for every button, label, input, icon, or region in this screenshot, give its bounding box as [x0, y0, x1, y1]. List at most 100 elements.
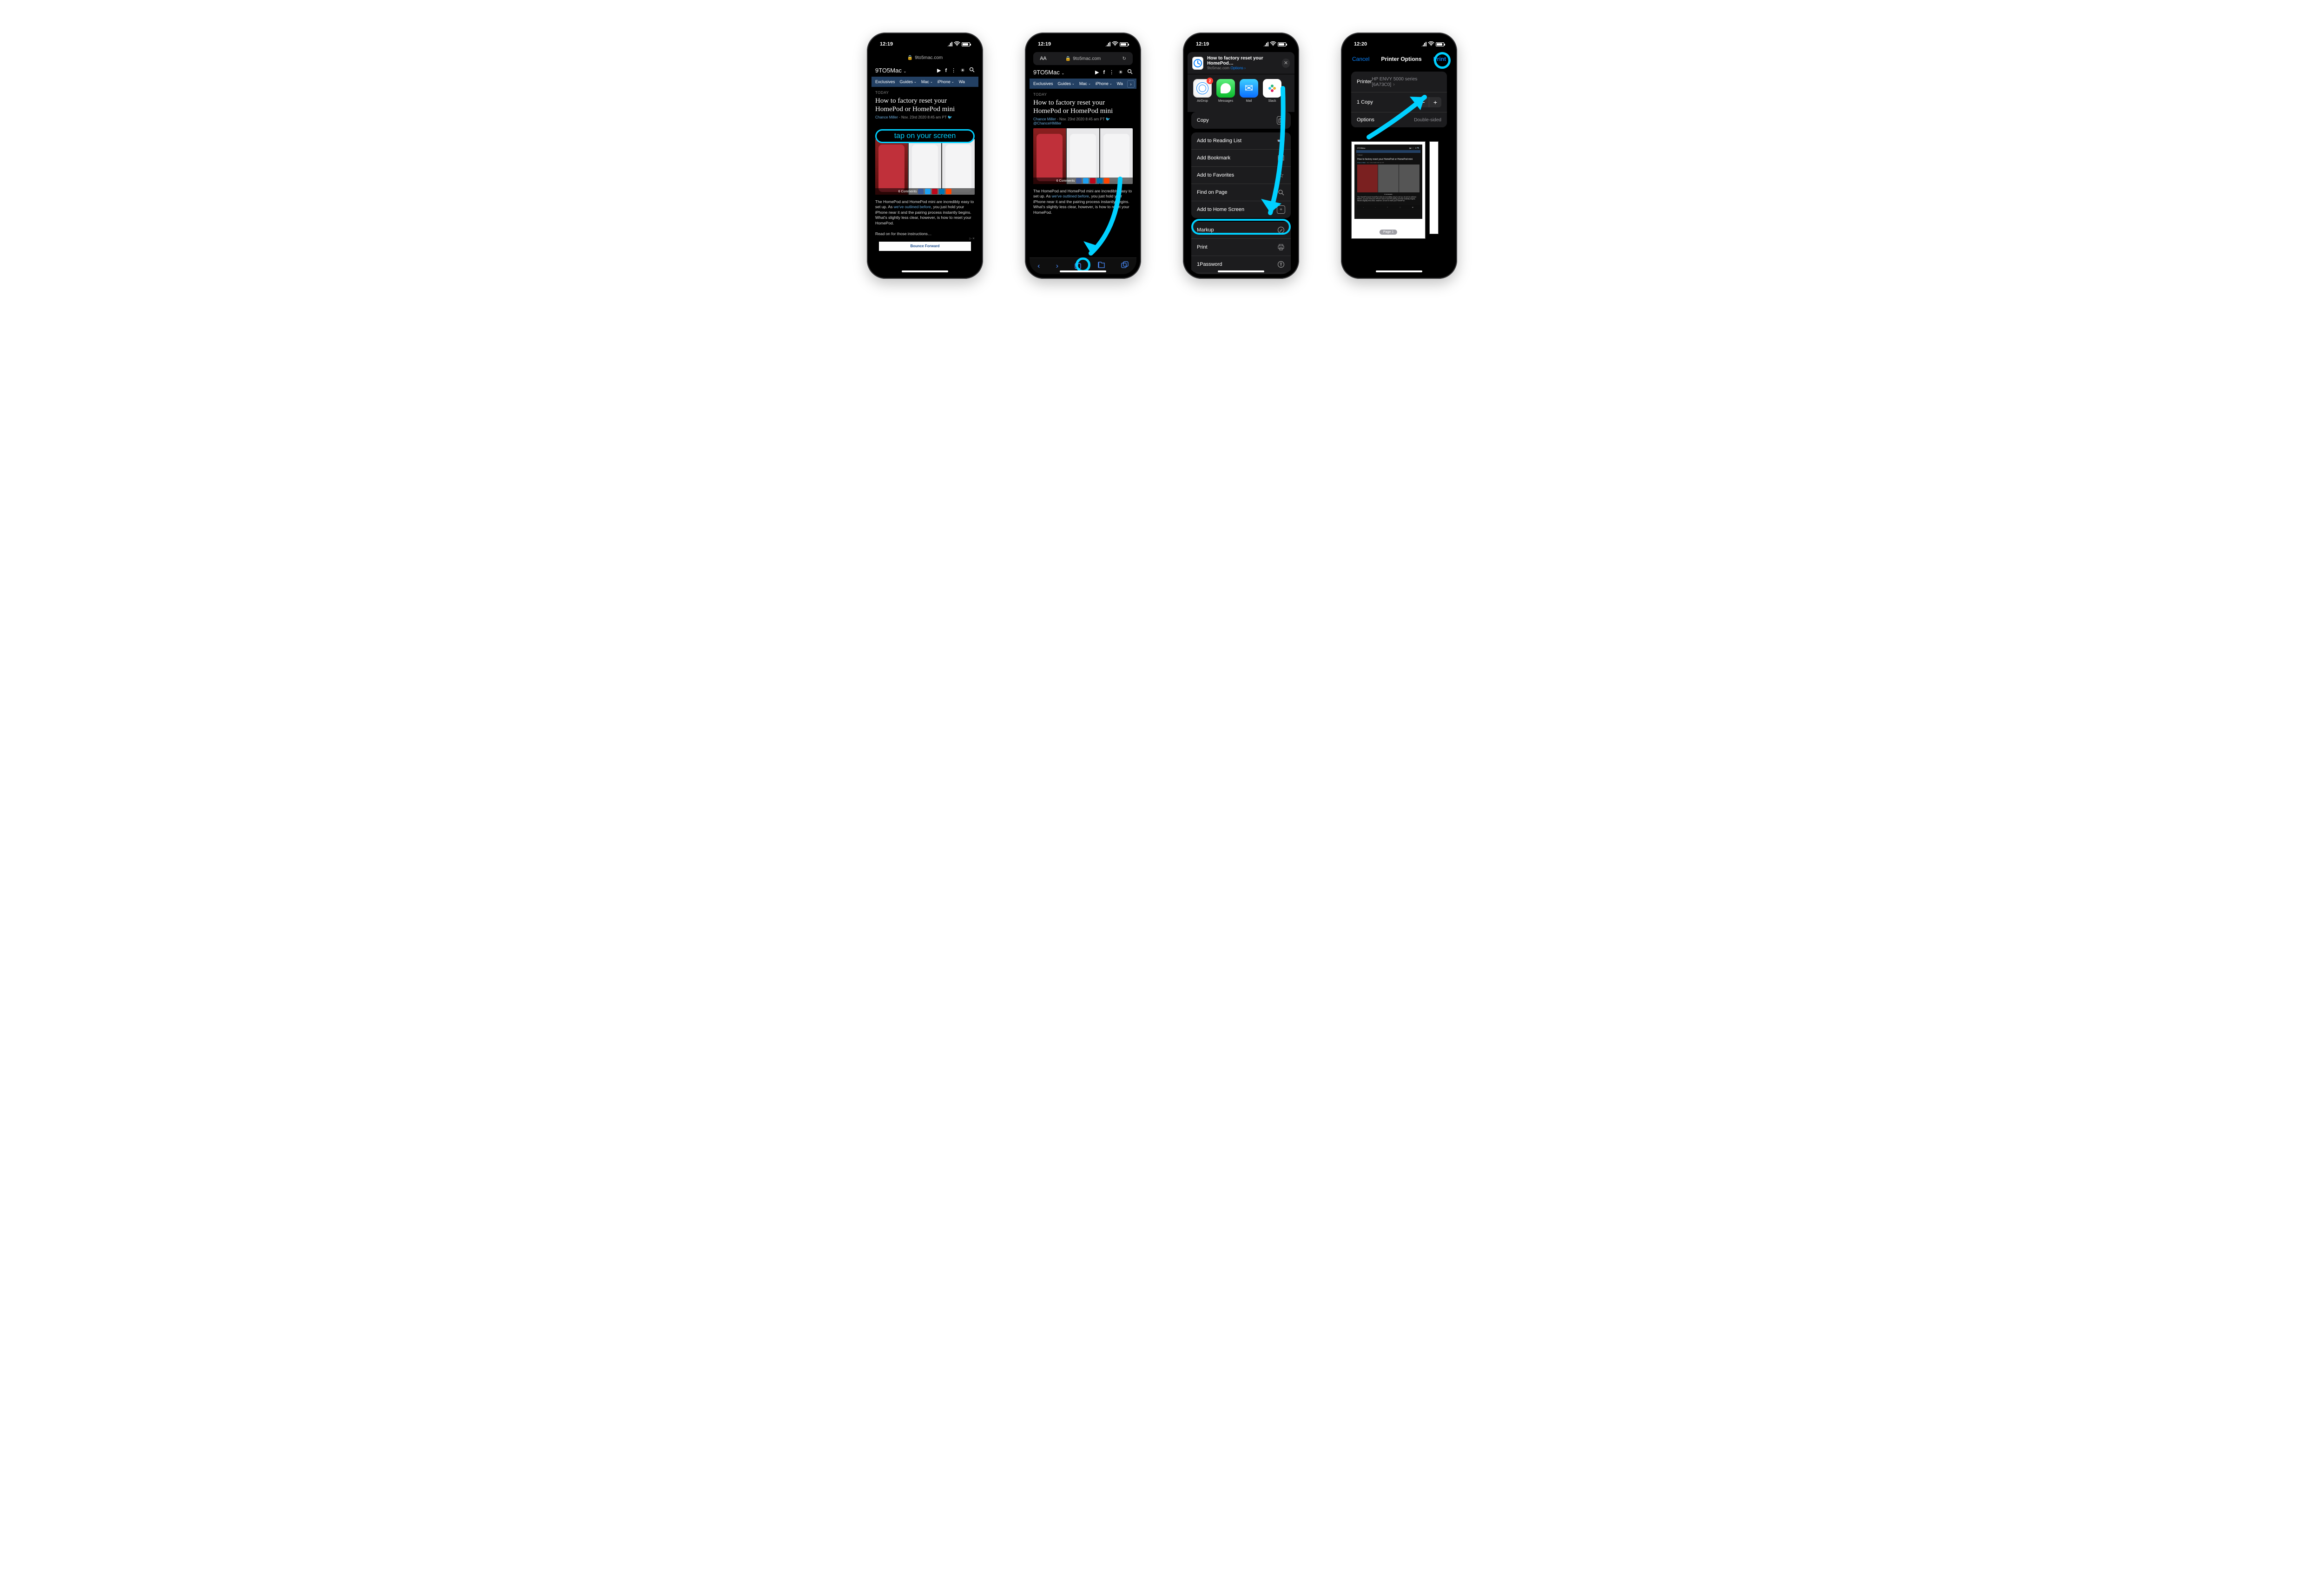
annotation-arrow: [1364, 91, 1439, 142]
nav-item[interactable]: Exclusives: [1033, 81, 1053, 86]
status-time: 12:19: [1038, 41, 1051, 47]
preview-page-1[interactable]: 9TO5Mac▶ f ⋮ ☀ 🔍 TODAY How to factory re…: [1351, 141, 1426, 239]
badge: 2: [1207, 78, 1213, 84]
phone-1: 12:19 🔒 9to5mac.com 9TO5Mac ⌄ ▶ f ⋮ ☀ Ex…: [867, 33, 983, 279]
url-bar[interactable]: 🔒 9to5mac.com: [872, 51, 978, 64]
theme-icon[interactable]: ☀: [1118, 69, 1123, 75]
battery-icon: [1120, 42, 1128, 46]
print-preview[interactable]: 9TO5Mac▶ f ⋮ ☀ 🔍 TODAY How to factory re…: [1351, 141, 1447, 239]
airdrop-app[interactable]: 2AirDrop: [1193, 79, 1212, 103]
inline-link[interactable]: we've outlined before: [894, 204, 931, 209]
article-image: 6 Comments: [875, 139, 975, 195]
share-options-link[interactable]: Options: [1230, 66, 1243, 70]
phone-4: 12:20 Cancel Printer Options Print Print…: [1341, 33, 1457, 279]
status-time: 12:20: [1354, 41, 1367, 47]
preview-page-2[interactable]: [1429, 141, 1439, 234]
share-pinterest-icon[interactable]: [932, 189, 938, 194]
home-indicator[interactable]: [1060, 270, 1106, 272]
page-title: Printer Options: [1381, 56, 1421, 62]
share-title: How to factory reset your HomePod…: [1207, 56, 1278, 66]
site-nav[interactable]: Exclusives Guides⌄ Mac⌄ iPhone⌄ Wa: [872, 77, 978, 87]
url-text: 9to5mac.com: [915, 55, 943, 60]
facebook-icon[interactable]: f: [945, 68, 947, 73]
site-logo[interactable]: 9TO5Mac ⌄: [875, 67, 906, 74]
search-icon[interactable]: [969, 67, 975, 74]
nav-item[interactable]: Guides⌄: [1058, 81, 1075, 86]
share-linkedin-icon[interactable]: [939, 189, 944, 194]
back-button[interactable]: ‹: [1037, 262, 1040, 270]
action-print[interactable]: Print: [1191, 239, 1291, 256]
url-bar[interactable]: AA 🔒 9to5mac.com ↻: [1033, 52, 1133, 65]
youtube-icon[interactable]: ▶: [937, 67, 941, 73]
youtube-icon[interactable]: ▶: [1095, 69, 1099, 75]
ad-label[interactable]: ▷ ✕: [970, 237, 975, 240]
theme-icon[interactable]: ☀: [960, 67, 965, 73]
twitter-icon[interactable]: 🐦: [948, 115, 952, 119]
nav-item[interactable]: Exclusives: [875, 79, 895, 84]
site-nav[interactable]: Exclusives Guides⌄ Mac⌄ iPhone⌄ Wa ›: [1030, 79, 1136, 89]
printer-row[interactable]: Printer HP ENVY 5000 series [6A73C0]›: [1351, 72, 1447, 92]
printer-label: Printer: [1357, 79, 1372, 85]
lock-icon: 🔒: [1065, 56, 1071, 61]
article-title[interactable]: How to factory reset your HomePod or Hom…: [1030, 98, 1136, 116]
author-handle[interactable]: @ChanceHMiller: [1033, 121, 1062, 125]
home-indicator[interactable]: [1218, 270, 1264, 272]
wifi-icon: [954, 41, 960, 47]
article-title[interactable]: How to factory reset your HomePod or Hom…: [872, 96, 978, 114]
reload-icon[interactable]: ↻: [1122, 56, 1126, 61]
messages-app[interactable]: Messages: [1216, 79, 1235, 103]
nav-item[interactable]: Mac⌄: [921, 79, 933, 84]
annotation-circle: [1434, 52, 1451, 69]
action-save-draft[interactable]: Save as Draft: [1191, 273, 1291, 274]
ad-banner[interactable]: Bounce Forward: [879, 242, 971, 251]
page-indicator: Page 1: [1380, 230, 1397, 235]
author[interactable]: Chance Miller: [1033, 117, 1056, 121]
bookmarks-button[interactable]: [1098, 262, 1105, 270]
home-indicator[interactable]: [1376, 270, 1422, 272]
share-twitter-icon[interactable]: [925, 189, 931, 194]
byline: Chance Miller - Nov. 23rd 2020 8:45 am P…: [1030, 116, 1136, 126]
site-header: 9TO5Mac ⌄ ▶ f ⋮ ☀: [872, 64, 978, 77]
more-icon[interactable]: ⋮: [1109, 69, 1114, 75]
search-icon[interactable]: [1127, 69, 1133, 76]
printer-icon: [1277, 243, 1285, 251]
reader-button[interactable]: AA: [1040, 56, 1046, 61]
share-facebook-icon[interactable]: [918, 189, 924, 194]
nav-item[interactable]: Wa: [959, 79, 965, 84]
annotation-tap-screen: tap on your screen: [875, 129, 975, 143]
phone-2: 12:19 AA 🔒 9to5mac.com ↻ 9TO5Mac ⌄ ▶ f ⋮…: [1025, 33, 1141, 279]
status-time: 12:19: [1196, 41, 1209, 47]
wifi-icon: [1270, 41, 1276, 47]
share-subtitle: 9to5mac.com Options ›: [1207, 66, 1278, 70]
nav-item[interactable]: iPhone⌄: [938, 79, 954, 84]
mail-app[interactable]: ✉Mail: [1240, 79, 1258, 103]
tabs-button[interactable]: [1121, 261, 1129, 271]
annotation-arrow: [1081, 177, 1127, 260]
facebook-icon[interactable]: f: [1103, 70, 1105, 75]
more-icon[interactable]: ⋮: [951, 67, 956, 73]
nav-item[interactable]: Wa: [1117, 81, 1123, 86]
site-logo[interactable]: 9TO5Mac ⌄: [1033, 69, 1064, 76]
close-button[interactable]: ✕: [1282, 59, 1290, 68]
wifi-icon: [1112, 41, 1118, 47]
twitter-icon[interactable]: 🐦: [1106, 117, 1110, 121]
nav-item[interactable]: Mac⌄: [1079, 81, 1091, 86]
comments-count[interactable]: 6 Comments: [1056, 179, 1075, 183]
author[interactable]: Chance Miller: [875, 115, 898, 119]
cancel-button[interactable]: Cancel: [1352, 56, 1369, 62]
comments-count[interactable]: 6 Comments: [898, 190, 917, 193]
nav-scroll-right-icon[interactable]: ›: [1127, 80, 1135, 88]
forward-button[interactable]: ›: [1056, 262, 1058, 270]
home-indicator[interactable]: [902, 270, 948, 272]
share-reddit-icon[interactable]: [946, 189, 951, 194]
annotation-arrow: [1257, 84, 1294, 223]
1password-icon: [1277, 260, 1285, 269]
nav-item[interactable]: Guides⌄: [900, 79, 917, 84]
section-label: TODAY: [1030, 89, 1136, 98]
article-body: The HomePod and HomePod mini are incredi…: [872, 197, 978, 229]
battery-icon: [962, 42, 970, 46]
nav-item[interactable]: iPhone⌄: [1096, 81, 1112, 86]
byline: Chance Miller - Nov. 23rd 2020 8:45 am P…: [872, 114, 978, 120]
lock-icon: 🔒: [907, 55, 913, 60]
phone-3: 12:19 How to factory reset your HomePod……: [1183, 33, 1299, 279]
